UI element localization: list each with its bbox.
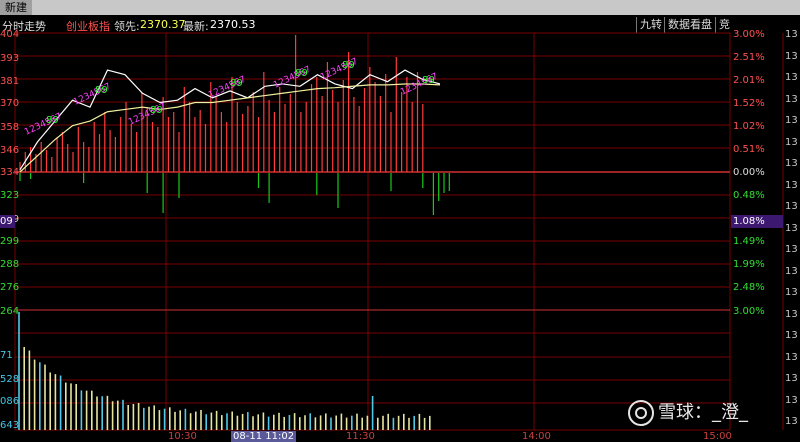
xueqiu-logo-icon [628, 400, 654, 426]
far-axis-label: 13 [785, 201, 798, 212]
far-axis-label: 13 [785, 416, 798, 427]
cursor-left-readout: 09 [0, 215, 15, 228]
far-axis-label: 13 [785, 351, 798, 363]
marker-final: 89 [422, 75, 435, 86]
percent-axis-label: 1.02% [733, 121, 765, 132]
far-axis-label: 13 [785, 222, 798, 234]
left-axis-label: 381 [0, 76, 20, 87]
far-axis-label: 13 [785, 50, 798, 62]
watermark: 雪球：_澄_ [628, 398, 748, 426]
percent-axis-label: 1.52% [733, 98, 765, 109]
far-axis-label: 13 [785, 72, 798, 83]
left-axis-label: 288 [0, 259, 20, 270]
percent-axis-label: 2.01% [733, 75, 765, 86]
marker-final: 89 [46, 115, 59, 126]
percent-axis-label: 1.99% [733, 259, 765, 270]
percent-axis-label: 2.48% [733, 282, 765, 293]
time-axis-label: 10:30 [168, 431, 197, 442]
left-axis-label: 358 [0, 122, 20, 133]
percent-axis-label: 1.49% [733, 236, 765, 247]
far-axis-label: 13 [785, 308, 798, 320]
left-axis-label: 276 [0, 282, 20, 293]
volume-axis-label: 086 [0, 396, 20, 407]
signal-markers: 123456789123456789123456789123456789 1234… [23, 57, 440, 138]
cursor-time-readout: 08-11 11:02 [231, 431, 297, 442]
left-axis-label: 346 [0, 145, 20, 156]
marker-final: 89 [342, 60, 355, 71]
volume-axis-label: 528 [0, 374, 20, 385]
far-axis-label: 13 [785, 244, 798, 255]
volume-axis-label: 71 [0, 350, 13, 361]
far-axis-label: 13 [785, 179, 798, 191]
volume-axis-label: 643 [0, 420, 20, 431]
far-axis-label: 13 [785, 158, 798, 169]
left-axis-label: 370 [0, 98, 20, 109]
chart-grid [14, 32, 784, 431]
marker-final: 89 [95, 85, 108, 96]
far-axis-label: 13 [785, 373, 798, 384]
marker-final: 89 [230, 78, 243, 89]
far-axis-label: 13 [785, 394, 798, 406]
percent-axis-label: 3.00% [733, 306, 765, 317]
percent-axis-label: 0.48% [733, 190, 765, 201]
left-axis-label: 334 [0, 167, 20, 178]
time-axis-label: 14:00 [522, 431, 551, 442]
percent-axis-label: 0.00% [733, 167, 765, 178]
far-axis-label: 13 [785, 93, 798, 105]
left-axis-label: 393 [0, 53, 20, 64]
left-axis-label: 264 [0, 306, 20, 317]
left-axis-label: 299 [0, 236, 20, 247]
far-axis-label: 13 [785, 29, 798, 40]
far-axis-label: 13 [785, 330, 798, 341]
left-axis-label: 404 [0, 29, 20, 40]
far-axis-label: 13 [785, 287, 798, 298]
watermark-text: 雪球：_澄_ [658, 402, 748, 423]
cursor-pct-readout: 1.08% [731, 215, 783, 228]
far-axis-label: 13 [785, 136, 798, 148]
intraday-chart[interactable]: 123456789123456789123456789123456789 1234… [0, 0, 800, 442]
percent-axis-label: 2.51% [733, 52, 765, 63]
marker-final: 89 [295, 68, 308, 79]
far-axis-label: 13 [785, 265, 798, 277]
left-axis-label: 323 [0, 190, 20, 201]
percent-axis-label: 0.51% [733, 144, 765, 155]
time-axis-label: 15:00 [703, 431, 732, 442]
marker-final: 89 [150, 105, 163, 116]
time-axis-label: 11:30 [346, 431, 375, 442]
far-axis-label: 13 [785, 115, 798, 126]
percent-axis-label: 3.00% [733, 29, 765, 40]
